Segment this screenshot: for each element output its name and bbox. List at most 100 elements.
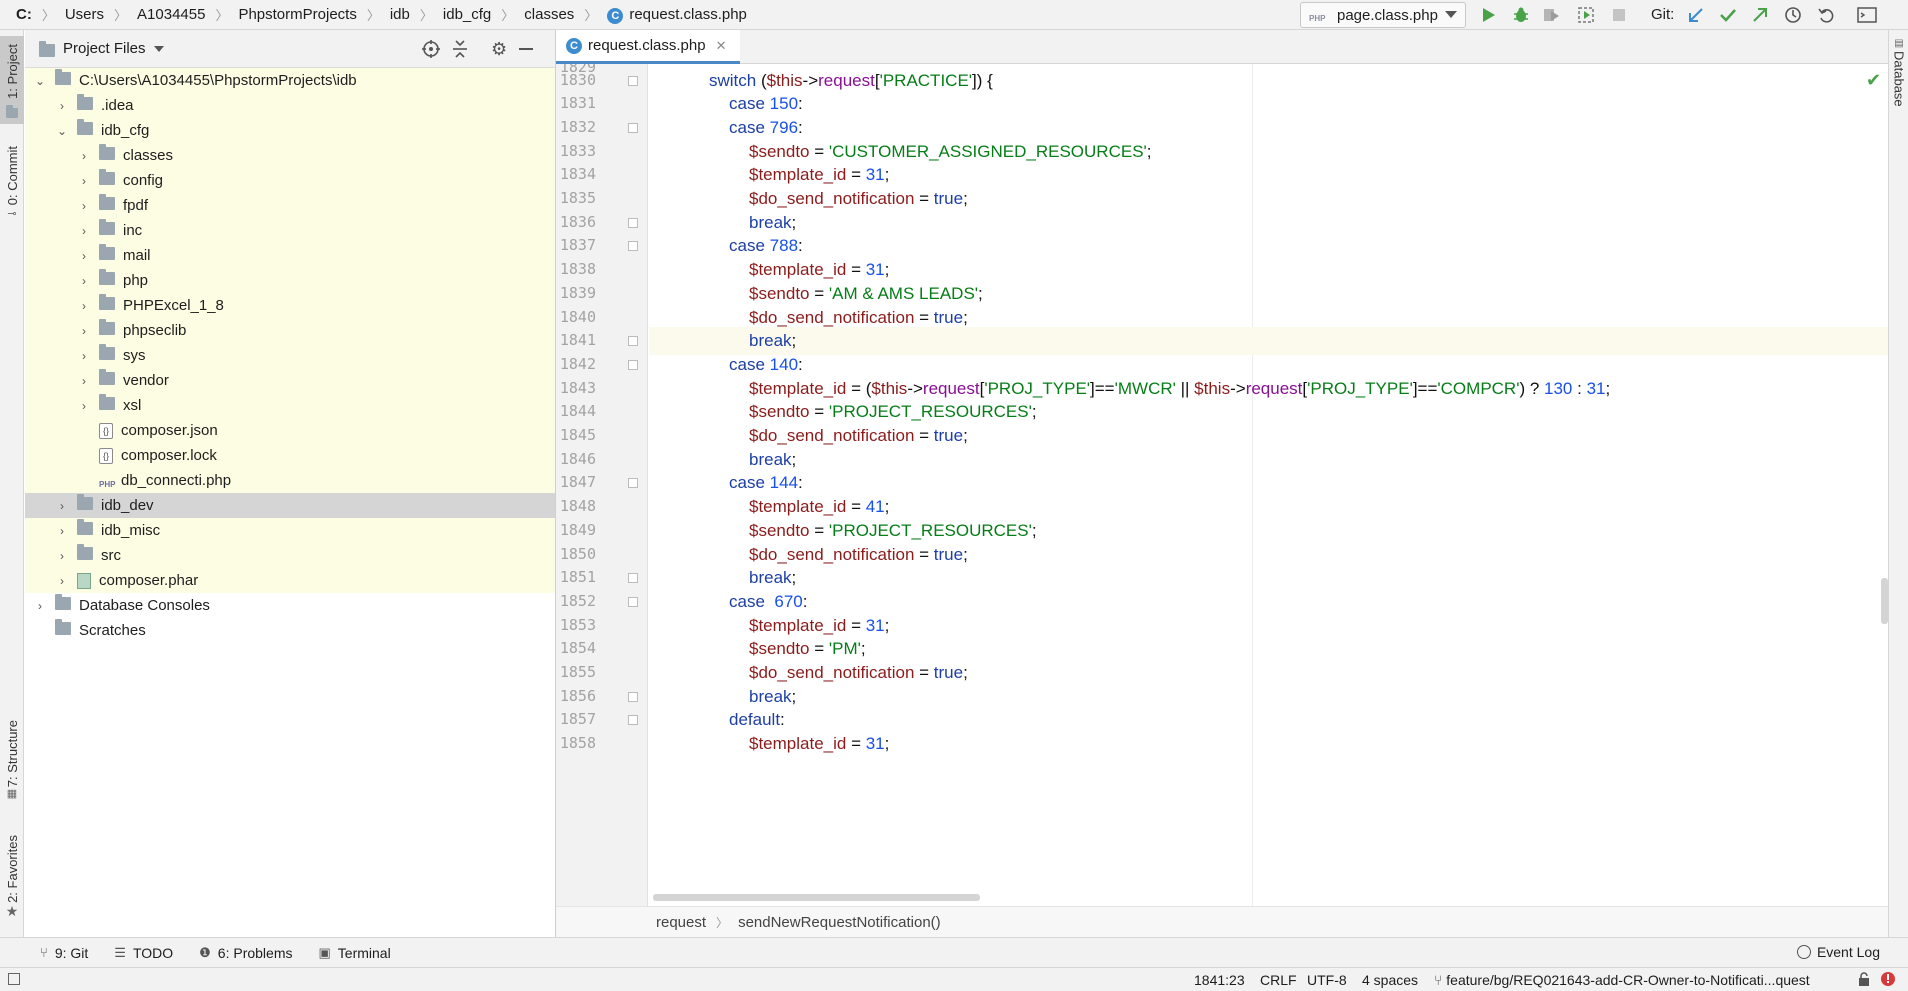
tree-node[interactable]: Scratches — [25, 618, 555, 643]
chevron-right-icon[interactable]: › — [77, 374, 91, 388]
fold-marker-icon[interactable] — [628, 478, 638, 489]
breadcrumb-idb[interactable]: idb — [386, 6, 414, 23]
fold-marker-icon[interactable] — [628, 573, 638, 584]
git-push-icon[interactable] — [1749, 4, 1771, 26]
chevron-right-icon[interactable]: › — [55, 524, 69, 538]
code-editor[interactable]: switch ($this->request['PRACTICE']) {cas… — [649, 64, 1888, 906]
file-encoding[interactable]: UTF-8 — [1307, 972, 1347, 988]
tree-node[interactable]: {} composer.lock — [25, 443, 555, 468]
run-icon[interactable] — [1477, 4, 1499, 26]
fold-marker-icon[interactable] — [628, 241, 638, 252]
tree-node[interactable]: {} composer.json — [25, 418, 555, 443]
code-line[interactable]: $template_id = 31; — [649, 730, 1888, 758]
chevron-down-icon[interactable] — [153, 45, 164, 52]
terminal-window-icon[interactable] — [1856, 4, 1878, 26]
project-view-title[interactable]: Project Files — [63, 40, 146, 57]
chevron-right-icon[interactable]: › — [55, 549, 69, 563]
lock-icon[interactable] — [1858, 972, 1870, 989]
fold-marker-icon[interactable] — [628, 122, 638, 133]
fold-marker-icon[interactable] — [628, 359, 638, 370]
editor-tab[interactable]: C request.class.php ✕ — [556, 30, 741, 64]
git-branch-widget[interactable]: ⑂ feature/bg/REQ021643-add-CR-Owner-to-N… — [1434, 972, 1810, 988]
chevron-right-icon[interactable]: › — [77, 299, 91, 313]
breadcrumb-classes[interactable]: classes — [520, 6, 578, 23]
tab-commit[interactable]: 0: Commit ⊸ — [0, 140, 24, 250]
git-update-icon[interactable] — [1685, 4, 1707, 26]
stop-icon[interactable] — [1608, 4, 1630, 26]
tab-favorites[interactable]: 2: Favorites ★ — [0, 835, 24, 935]
tab-database[interactable]: ▤ Database — [1889, 38, 1908, 107]
chevron-right-icon[interactable]: › — [77, 324, 91, 338]
locate-icon[interactable] — [421, 39, 441, 63]
breadcrumb-class[interactable]: request — [656, 914, 706, 931]
indent-setting[interactable]: 4 spaces — [1362, 972, 1418, 988]
breadcrumb-method[interactable]: sendNewRequestNotification() — [738, 914, 941, 931]
breadcrumb-projects[interactable]: PhpstormProjects — [234, 6, 360, 23]
run-configuration-select[interactable]: PHP page.class.php — [1300, 2, 1466, 28]
tree-node[interactable]: › xsl — [25, 393, 555, 418]
chevron-right-icon[interactable]: › — [77, 174, 91, 188]
tab-git[interactable]: ⑂ 9: Git — [40, 945, 88, 961]
tree-node[interactable]: › vendor — [25, 368, 555, 393]
debug-icon[interactable] — [1510, 4, 1532, 26]
tree-node[interactable]: ⌄ C:\Users\A1034455\PhpstormProjects\idb — [25, 68, 555, 93]
breadcrumb-drive[interactable]: C: — [12, 6, 36, 23]
tree-node[interactable]: › idb_misc — [25, 518, 555, 543]
tree-node[interactable]: PHP db_connecti.php — [25, 468, 555, 493]
chevron-right-icon[interactable]: › — [77, 349, 91, 363]
chevron-right-icon[interactable]: › — [77, 399, 91, 413]
horizontal-scrollbar[interactable] — [653, 894, 980, 901]
history-icon[interactable] — [1782, 4, 1804, 26]
fold-marker-icon[interactable] — [628, 715, 638, 726]
tree-node[interactable]: › classes — [25, 143, 555, 168]
collapse-all-icon[interactable] — [450, 39, 470, 63]
coverage-icon[interactable] — [1540, 4, 1562, 26]
chevron-right-icon[interactable]: › — [77, 249, 91, 263]
close-icon[interactable]: ✕ — [716, 38, 727, 54]
fold-marker-icon[interactable] — [628, 691, 638, 702]
tree-node[interactable]: › src — [25, 543, 555, 568]
breadcrumb-file[interactable]: Crequest.class.php — [603, 6, 751, 24]
breadcrumb-idb-cfg[interactable]: idb_cfg — [439, 6, 495, 23]
chevron-right-icon[interactable]: › — [77, 274, 91, 288]
tree-node[interactable]: › php — [25, 268, 555, 293]
tab-project[interactable]: 1: Project — [0, 36, 24, 124]
tree-node[interactable]: › Database Consoles — [25, 593, 555, 618]
rollback-icon[interactable] — [1815, 4, 1837, 26]
inspection-ok-icon[interactable]: ✔ — [1866, 70, 1881, 91]
git-commit-icon[interactable] — [1717, 4, 1739, 26]
hide-panel-icon[interactable] — [519, 48, 533, 50]
gear-icon[interactable]: ⚙ — [491, 39, 507, 59]
tree-node[interactable]: ⌄ idb_cfg — [25, 118, 555, 143]
tree-node[interactable]: › sys — [25, 343, 555, 368]
tree-node[interactable]: › idb_dev — [25, 493, 555, 518]
chevron-right-icon[interactable]: › — [55, 499, 69, 513]
tab-structure[interactable]: 7: Structure ▦ — [0, 720, 24, 820]
fold-marker-icon[interactable] — [628, 217, 638, 228]
tab-problems[interactable]: ❶ 6: Problems — [199, 945, 292, 961]
chevron-right-icon[interactable]: › — [33, 599, 47, 613]
tab-todo[interactable]: ☰ TODO — [114, 945, 173, 961]
tab-terminal[interactable]: ▣ Terminal — [319, 945, 391, 961]
tree-node[interactable]: › config — [25, 168, 555, 193]
fold-marker-icon[interactable] — [628, 596, 638, 607]
line-separator[interactable]: CRLF — [1260, 972, 1297, 988]
chevron-right-icon[interactable]: › — [77, 224, 91, 238]
caret-position[interactable]: 1841:23 — [1194, 972, 1245, 988]
fold-marker-icon[interactable] — [628, 336, 638, 347]
error-notification-icon[interactable] — [1880, 971, 1900, 990]
fold-marker-icon[interactable] — [628, 75, 638, 86]
tree-node[interactable]: › composer.phar — [25, 568, 555, 593]
chevron-right-icon[interactable]: › — [77, 149, 91, 163]
tree-node[interactable]: › .idea — [25, 93, 555, 118]
chevron-right-icon[interactable]: › — [55, 574, 69, 588]
tree-node[interactable]: › phpseclib — [25, 318, 555, 343]
chevron-down-icon[interactable]: ⌄ — [33, 74, 47, 88]
breadcrumb-user[interactable]: A1034455 — [133, 6, 209, 23]
toggle-tool-windows-icon[interactable] — [8, 973, 20, 985]
profile-icon[interactable] — [1575, 4, 1597, 26]
chevron-right-icon[interactable]: › — [55, 99, 69, 113]
chevron-down-icon[interactable]: ⌄ — [55, 124, 69, 138]
chevron-right-icon[interactable]: › — [77, 199, 91, 213]
tree-node[interactable]: › inc — [25, 218, 555, 243]
